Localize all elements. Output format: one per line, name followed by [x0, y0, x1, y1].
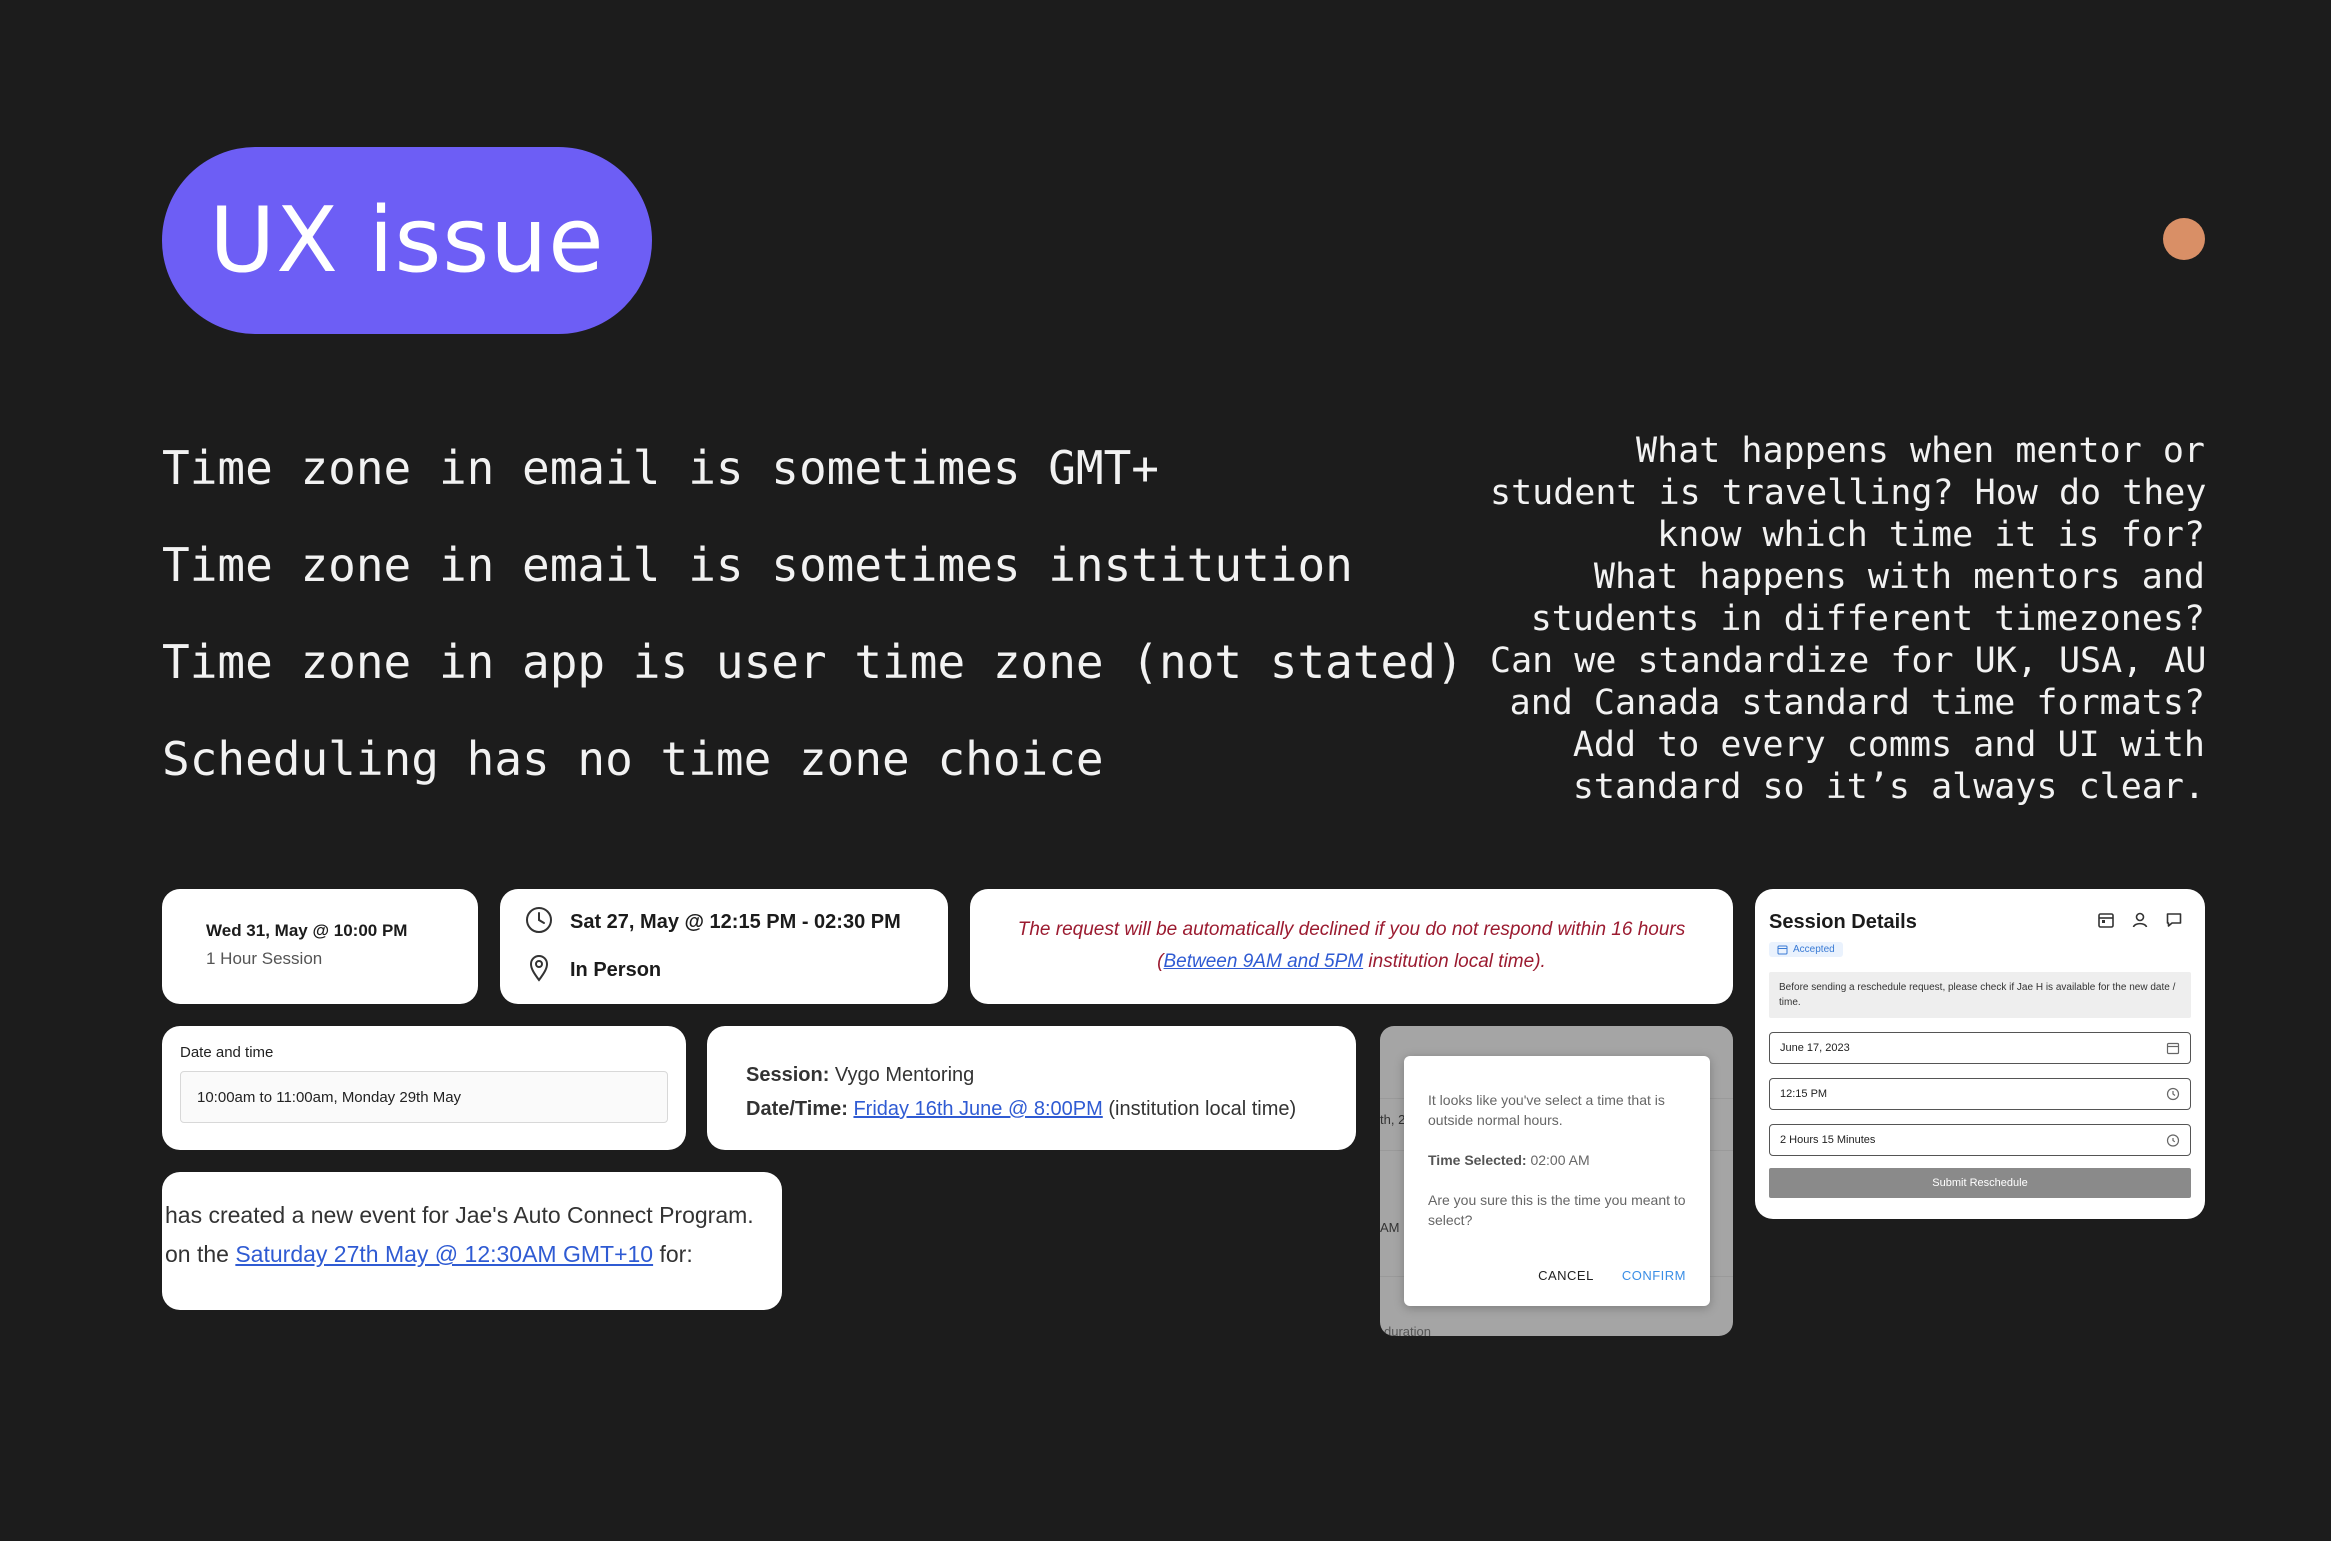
working-hours-link[interactable]: Between 9AM and 5PM: [1164, 951, 1364, 972]
session-duration: 1 Hour Session: [206, 949, 323, 968]
status-badge: Accepted: [1769, 942, 1843, 957]
ux-issue-title: UX issue: [209, 188, 605, 293]
confirm-button[interactable]: CONFIRM: [1622, 1266, 1686, 1286]
timer-icon: [2166, 1134, 2180, 1147]
date-time-card: Date and time 10:00am to 11:00am, Monday…: [162, 1026, 686, 1150]
question-line: Can we standardize for UK, USA, AU: [1490, 641, 2207, 681]
session-details-title: Session Details: [1769, 911, 1917, 933]
confirm-dialog: It looks like you've select a time that …: [1404, 1056, 1710, 1306]
date-time-value: 10:00am to 11:00am, Monday 29th May: [197, 1088, 462, 1106]
decline-suffix: institution local time).: [1363, 951, 1546, 972]
event-datetime-link[interactable]: Saturday 27th May @ 12:30AM GMT+10: [235, 1241, 653, 1267]
datetime-suffix: (institution local time): [1102, 1098, 1297, 1120]
session-details-card: Session Details Accepted Before sending …: [1755, 889, 2205, 1219]
calendar-icon[interactable]: [2097, 911, 2115, 934]
question-line: What happens when mentor or: [1636, 431, 2205, 471]
time-confirm-screenshot: th, 2 AM duration It looks like you've s…: [1380, 1026, 1733, 1336]
question-line: What happens with mentors and: [1593, 557, 2205, 597]
decline-message: The request will be automatically declin…: [1017, 919, 1686, 940]
question-line: standard so it’s always clear.: [1572, 767, 2205, 807]
user-icon[interactable]: [2131, 911, 2149, 934]
ux-issue-pill: UX issue: [162, 147, 652, 334]
question-line: Add to every comms and UI with: [1572, 725, 2205, 765]
session-datetime-link[interactable]: Friday 16th June @ 8:00PM: [853, 1098, 1102, 1120]
question-line: student is travelling? How do they: [1490, 473, 2207, 513]
event-datetime: Sat 27, May @ 12:15 PM - 02:30 PM: [570, 910, 901, 933]
issue-note: Time zone in email is sometimes GMT+: [162, 441, 1159, 495]
session-value: Vygo Mentoring: [829, 1064, 975, 1086]
session-time-card: Wed 31, May @ 10:00 PM 1 Hour Session: [162, 889, 478, 1004]
issue-list: Time zone in email is sometimes GMT+ Tim…: [162, 440, 1482, 828]
calendar-check-icon: [1777, 945, 1788, 955]
date-time-label: Date and time: [180, 1044, 274, 1061]
dialog-time-label: Time Selected:: [1428, 1152, 1527, 1168]
submit-reschedule-button[interactable]: Submit Reschedule: [1769, 1168, 2191, 1198]
date-field-value: June 17, 2023: [1780, 1042, 1850, 1054]
date-field[interactable]: June 17, 2023: [1769, 1032, 2191, 1064]
decline-notice-card: The request will be automatically declin…: [970, 889, 1733, 1004]
event-for-suffix: for:: [653, 1241, 693, 1267]
event-created-card: has created a new event for Jae's Auto C…: [162, 1172, 782, 1310]
issue-note: Time zone in email is sometimes institut…: [162, 538, 1353, 592]
datetime-label: Date/Time:: [746, 1098, 848, 1120]
session-label: Session:: [746, 1064, 830, 1086]
dialog-time-value: 02:00 AM: [1526, 1152, 1590, 1168]
backdrop-text: th, 2: [1380, 1112, 1406, 1127]
question-notes: What happens when mentor or student is t…: [1490, 430, 2207, 808]
cancel-button[interactable]: CANCEL: [1538, 1266, 1594, 1286]
status-badge-label: Accepted: [1793, 944, 1835, 955]
dialog-question: Are you sure this is the time you meant …: [1428, 1192, 1686, 1228]
time-field-value: 12:15 PM: [1780, 1088, 1828, 1100]
clock-icon: [524, 905, 554, 940]
backdrop-text: duration: [1384, 1324, 1431, 1336]
event-location: In Person: [570, 958, 662, 981]
time-field[interactable]: 12:15 PM: [1769, 1078, 2191, 1110]
event-created-text: has created a new event for Jae's Auto C…: [165, 1202, 754, 1228]
date-time-input[interactable]: 10:00am to 11:00am, Monday 29th May: [180, 1071, 668, 1123]
event-on-prefix: on the: [165, 1241, 236, 1267]
submit-reschedule-label: Submit Reschedule: [1932, 1177, 2028, 1189]
chat-icon[interactable]: [2165, 911, 2183, 934]
reschedule-notice: Before sending a reschedule request, ple…: [1769, 972, 2191, 1018]
calendar-icon: [2166, 1042, 2180, 1055]
vygo-session-card: Session: Vygo Mentoring Date/Time: Frida…: [707, 1026, 1356, 1150]
duration-field[interactable]: 2 Hours 15 Minutes: [1769, 1124, 2191, 1156]
accent-dot: [2163, 218, 2205, 260]
issue-note: Scheduling has no time zone choice: [162, 732, 1104, 786]
location-pin-icon: [524, 953, 554, 988]
in-person-card: Sat 27, May @ 12:15 PM - 02:30 PM In Per…: [500, 889, 948, 1004]
clock-icon: [2166, 1087, 2180, 1101]
issue-note: Time zone in app is user time zone (not …: [162, 635, 1464, 689]
backdrop-text: AM: [1380, 1220, 1400, 1235]
dialog-message: It looks like you've select a time that …: [1428, 1092, 1665, 1128]
question-line: and Canada standard time formats?: [1509, 683, 2205, 723]
session-datetime: Wed 31, May @ 10:00 PM: [206, 921, 408, 940]
question-line: students in different timezones?: [1530, 599, 2205, 639]
question-line: know which time it is for?: [1657, 515, 2205, 555]
duration-field-value: 2 Hours 15 Minutes: [1780, 1134, 1876, 1146]
